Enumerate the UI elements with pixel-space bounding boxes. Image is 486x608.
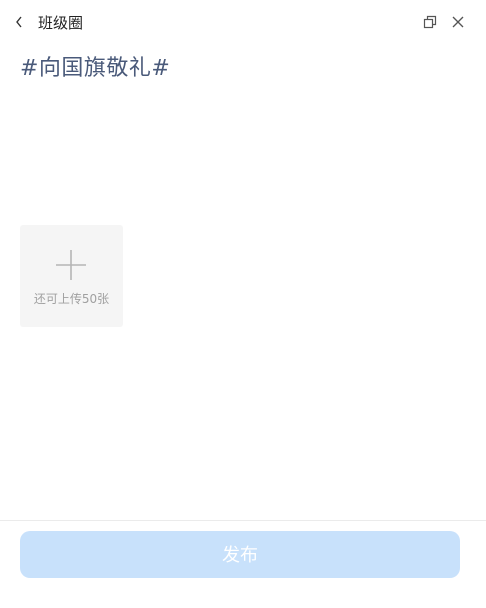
upload-remaining-label: 还可上传50张 xyxy=(33,292,110,306)
close-button[interactable] xyxy=(448,13,468,33)
restore-button[interactable] xyxy=(420,13,440,33)
publish-button[interactable]: 发布 xyxy=(20,531,460,578)
post-content-input[interactable]: #向国旗敬礼# xyxy=(20,54,460,84)
title-bar: 班级圈 xyxy=(0,0,486,46)
close-icon xyxy=(451,14,465,33)
add-photo-button[interactable]: 还可上传50张 xyxy=(20,225,123,327)
class-circle-window: 班级圈 #向国旗敬礼# 还可上传50张 发布 xyxy=(0,0,486,608)
chevron-left-icon xyxy=(14,14,24,33)
back-button[interactable] xyxy=(8,12,30,34)
plus-icon xyxy=(55,249,87,281)
restore-window-icon xyxy=(423,14,437,33)
window-title: 班级圈 xyxy=(38,14,84,32)
footer-divider xyxy=(0,520,486,521)
